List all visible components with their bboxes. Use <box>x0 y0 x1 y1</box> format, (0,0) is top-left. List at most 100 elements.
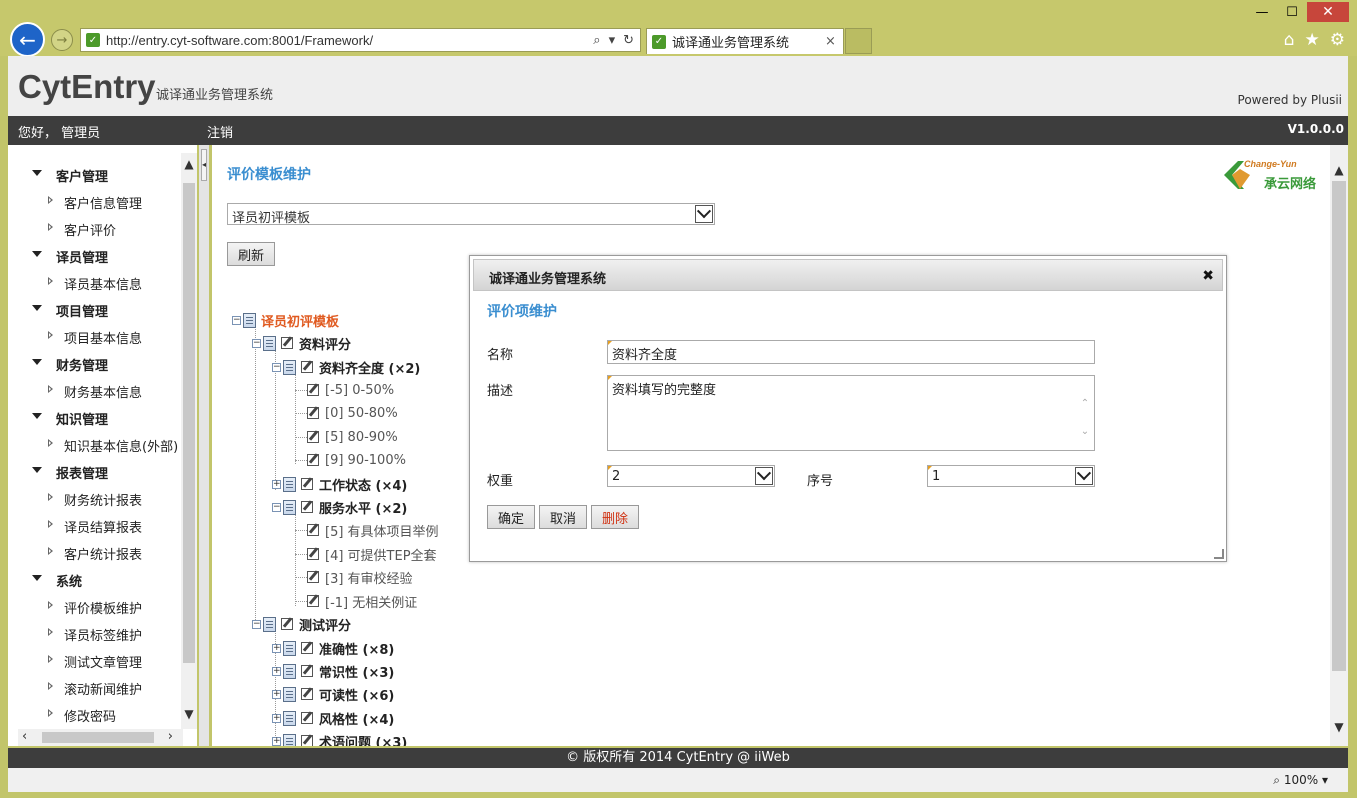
edit-icon[interactable] <box>281 618 293 630</box>
edit-icon[interactable] <box>301 688 313 700</box>
resize-handle-icon[interactable] <box>1214 549 1224 559</box>
sidebar-item[interactable]: 客户评价 <box>8 215 183 242</box>
collapse-icon[interactable]: − <box>272 502 281 512</box>
browser-tab[interactable]: ✓ 诚译通业务管理系统 × <box>646 28 844 54</box>
scroll-thumb[interactable] <box>1332 181 1346 671</box>
sidebar-item[interactable]: 测试文章管理 <box>8 647 183 674</box>
tree-node[interactable]: + 工作状态 (×4) <box>272 474 407 494</box>
sidebar-group[interactable]: 译员管理 <box>8 242 183 269</box>
sidebar-group[interactable]: 知识管理 <box>8 404 183 431</box>
edit-icon[interactable] <box>307 524 319 536</box>
expand-icon[interactable]: + <box>272 713 281 723</box>
scroll-down-icon[interactable]: ▼ <box>1330 720 1348 734</box>
collapse-icon[interactable]: − <box>232 315 241 325</box>
tree-node[interactable]: − 测试评分 <box>252 614 351 634</box>
edit-icon[interactable] <box>307 407 319 419</box>
expanded-triangle-icon[interactable] <box>32 467 42 473</box>
maximize-button[interactable]: ☐ <box>1277 2 1307 22</box>
tree-leaf[interactable]: [-5] 0-50% <box>307 380 394 400</box>
forward-button[interactable]: → <box>51 29 73 51</box>
tree-leaf[interactable]: [5] 80-90% <box>307 427 398 447</box>
expand-icon[interactable]: + <box>272 666 281 676</box>
tree-leaf[interactable]: [3] 有审校经验 <box>307 567 413 587</box>
sidebar-item[interactable]: 客户信息管理 <box>8 188 183 215</box>
collapse-icon[interactable]: − <box>272 362 281 372</box>
tree-node[interactable]: − 资料齐全度 (×2) <box>272 357 420 377</box>
minimize-button[interactable]: — <box>1247 2 1277 22</box>
expanded-triangle-icon[interactable] <box>32 305 42 311</box>
main-vertical-scrollbar[interactable]: ▲ ▼ <box>1330 145 1348 746</box>
collapse-icon[interactable]: − <box>252 619 261 629</box>
expanded-triangle-icon[interactable] <box>32 575 42 581</box>
tree-node[interactable]: + 准确性 (×8) <box>272 638 394 658</box>
order-select[interactable]: 1 <box>927 465 1095 487</box>
expand-icon[interactable]: + <box>272 643 281 653</box>
edit-icon[interactable] <box>301 361 313 373</box>
favorites-star-icon[interactable]: ★ <box>1305 30 1320 50</box>
refresh-icon[interactable]: ↻ <box>623 33 634 48</box>
scroll-up-icon[interactable]: ▲ <box>181 157 197 175</box>
sidebar-item[interactable]: 知识基本信息(外部) <box>8 431 183 458</box>
tree-node[interactable]: − 资料评分 <box>252 333 351 353</box>
edit-icon[interactable] <box>307 384 319 396</box>
tree-node[interactable]: + 常识性 (×3) <box>272 661 394 681</box>
sidebar-item[interactable]: 项目基本信息 <box>8 323 183 350</box>
description-textarea[interactable]: 资料填写的完整度 ⌃ ⌄ <box>607 375 1095 451</box>
sidebar-item[interactable]: 财务基本信息 <box>8 377 183 404</box>
scroll-thumb[interactable] <box>42 732 154 743</box>
sidebar-group[interactable]: 项目管理 <box>8 296 183 323</box>
new-tab-button[interactable] <box>845 28 872 54</box>
dialog-title-bar[interactable]: 诚译通业务管理系统 ✖ <box>473 259 1223 291</box>
sidebar-item[interactable]: 译员基本信息 <box>8 269 183 296</box>
sidebar-item[interactable]: 译员结算报表 <box>8 512 183 539</box>
sidebar-group[interactable]: 系统 <box>8 566 183 593</box>
sidebar-group[interactable]: 客户管理 <box>8 161 183 188</box>
expanded-triangle-icon[interactable] <box>32 251 42 257</box>
sidebar-item[interactable]: 译员标签维护 <box>8 620 183 647</box>
delete-button[interactable]: 删除 <box>591 505 639 529</box>
sidebar-item[interactable]: 滚动新闻维护 <box>8 674 183 701</box>
zoom-level[interactable]: ⌕ 100% ▾ <box>1273 773 1328 788</box>
edit-icon[interactable] <box>307 548 319 560</box>
sidebar-group[interactable]: 报表管理 <box>8 458 183 485</box>
tree-node[interactable]: + 风格性 (×4) <box>272 708 394 728</box>
edit-icon[interactable] <box>301 642 313 654</box>
expanded-triangle-icon[interactable] <box>32 413 42 419</box>
tree-leaf[interactable]: [-1] 无相关例证 <box>307 591 417 611</box>
dropdown-icon[interactable]: ▾ <box>609 33 616 48</box>
tree-node[interactable]: + 术语问题 (×3) <box>272 731 407 746</box>
address-bar[interactable]: ✓ http://entry.cyt-software.com:8001/Fra… <box>80 28 641 52</box>
edit-icon[interactable] <box>301 478 313 490</box>
search-icon[interactable]: ⌕ <box>593 33 600 48</box>
chevron-down-icon[interactable] <box>695 205 713 223</box>
chevron-down-icon[interactable] <box>755 467 773 485</box>
cancel-button[interactable]: 取消 <box>539 505 587 529</box>
expanded-triangle-icon[interactable] <box>32 359 42 365</box>
weight-select[interactable]: 2 <box>607 465 775 487</box>
scroll-right-icon[interactable]: › <box>168 729 173 744</box>
logout-link[interactable]: 注销 <box>207 122 233 141</box>
sidebar-item[interactable]: 修改密码 <box>8 701 183 728</box>
edit-icon[interactable] <box>301 501 313 513</box>
tree-leaf[interactable]: [0] 50-80% <box>307 403 398 423</box>
scroll-left-icon[interactable]: ‹ <box>22 729 27 744</box>
collapse-sidebar-icon[interactable]: ◂ <box>201 149 207 181</box>
tree-node[interactable]: − 服务水平 (×2) <box>272 497 407 517</box>
sidebar-splitter[interactable]: ◂ <box>199 145 209 746</box>
sidebar-item[interactable]: 财务统计报表 <box>8 485 183 512</box>
expand-icon[interactable]: + <box>272 479 281 489</box>
edit-icon[interactable] <box>301 712 313 724</box>
tree-leaf[interactable]: [9] 90-100% <box>307 450 406 470</box>
sidebar-vertical-scrollbar[interactable]: ▲ ▼ <box>181 153 197 729</box>
edit-icon[interactable] <box>307 571 319 583</box>
scroll-down-icon[interactable]: ▼ <box>181 707 197 725</box>
expanded-triangle-icon[interactable] <box>32 170 42 176</box>
confirm-button[interactable]: 确定 <box>487 505 535 529</box>
edit-icon[interactable] <box>307 454 319 466</box>
template-select[interactable]: 译员初评模板 <box>227 203 715 226</box>
textarea-scrollbar[interactable]: ⌃ ⌄ <box>1078 390 1092 446</box>
edit-icon[interactable] <box>307 595 319 607</box>
edit-icon[interactable] <box>307 431 319 443</box>
edit-icon[interactable] <box>301 735 313 746</box>
address-url[interactable]: http://entry.cyt-software.com:8001/Frame… <box>106 33 593 48</box>
